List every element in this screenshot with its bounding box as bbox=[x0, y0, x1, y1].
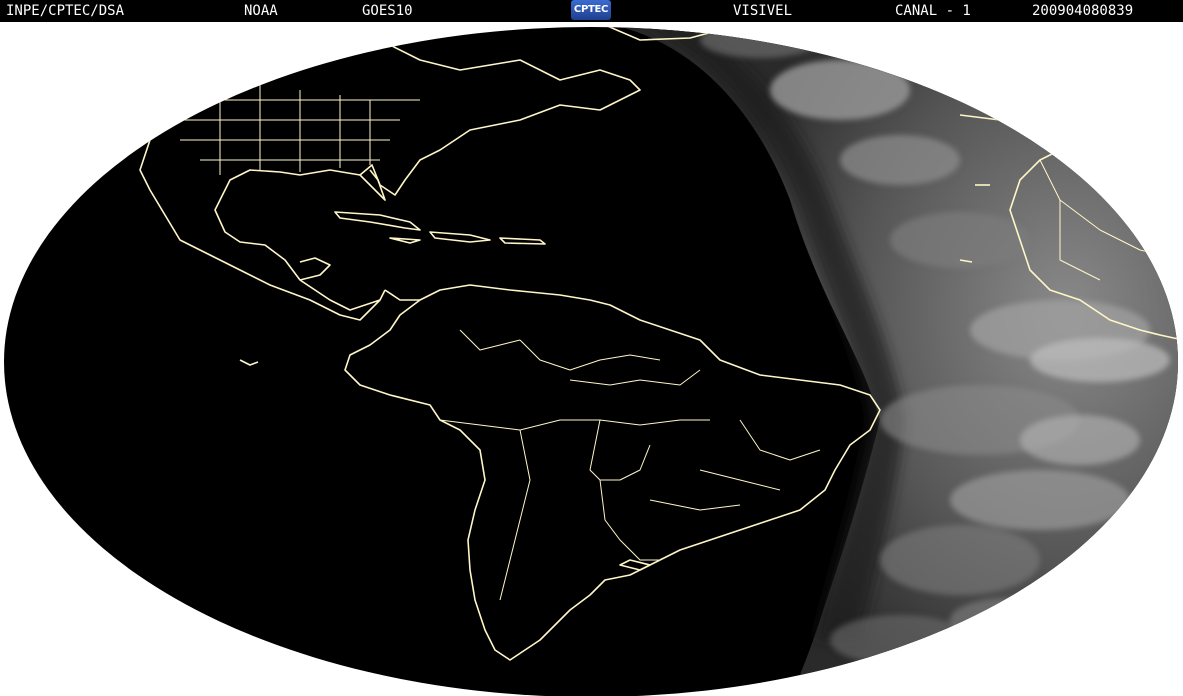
satellite-image-frame: INPE/CPTEC/DSA NOAA GOES10 CPTEC VISIVEL… bbox=[0, 0, 1183, 696]
channel-label: CANAL - 1 bbox=[895, 3, 971, 19]
agency-label: NOAA bbox=[244, 3, 278, 19]
timestamp-label: 200904080839 bbox=[1032, 3, 1134, 19]
organization-label: INPE/CPTEC/DSA bbox=[6, 3, 125, 19]
channel-type-label: VISIVEL bbox=[733, 3, 793, 19]
image-header-bar: INPE/CPTEC/DSA NOAA GOES10 CPTEC VISIVEL… bbox=[0, 0, 1183, 22]
cptec-logo: CPTEC bbox=[571, 0, 611, 20]
satellite-disk bbox=[4, 27, 1178, 696]
satellite-label: GOES10 bbox=[362, 3, 413, 19]
